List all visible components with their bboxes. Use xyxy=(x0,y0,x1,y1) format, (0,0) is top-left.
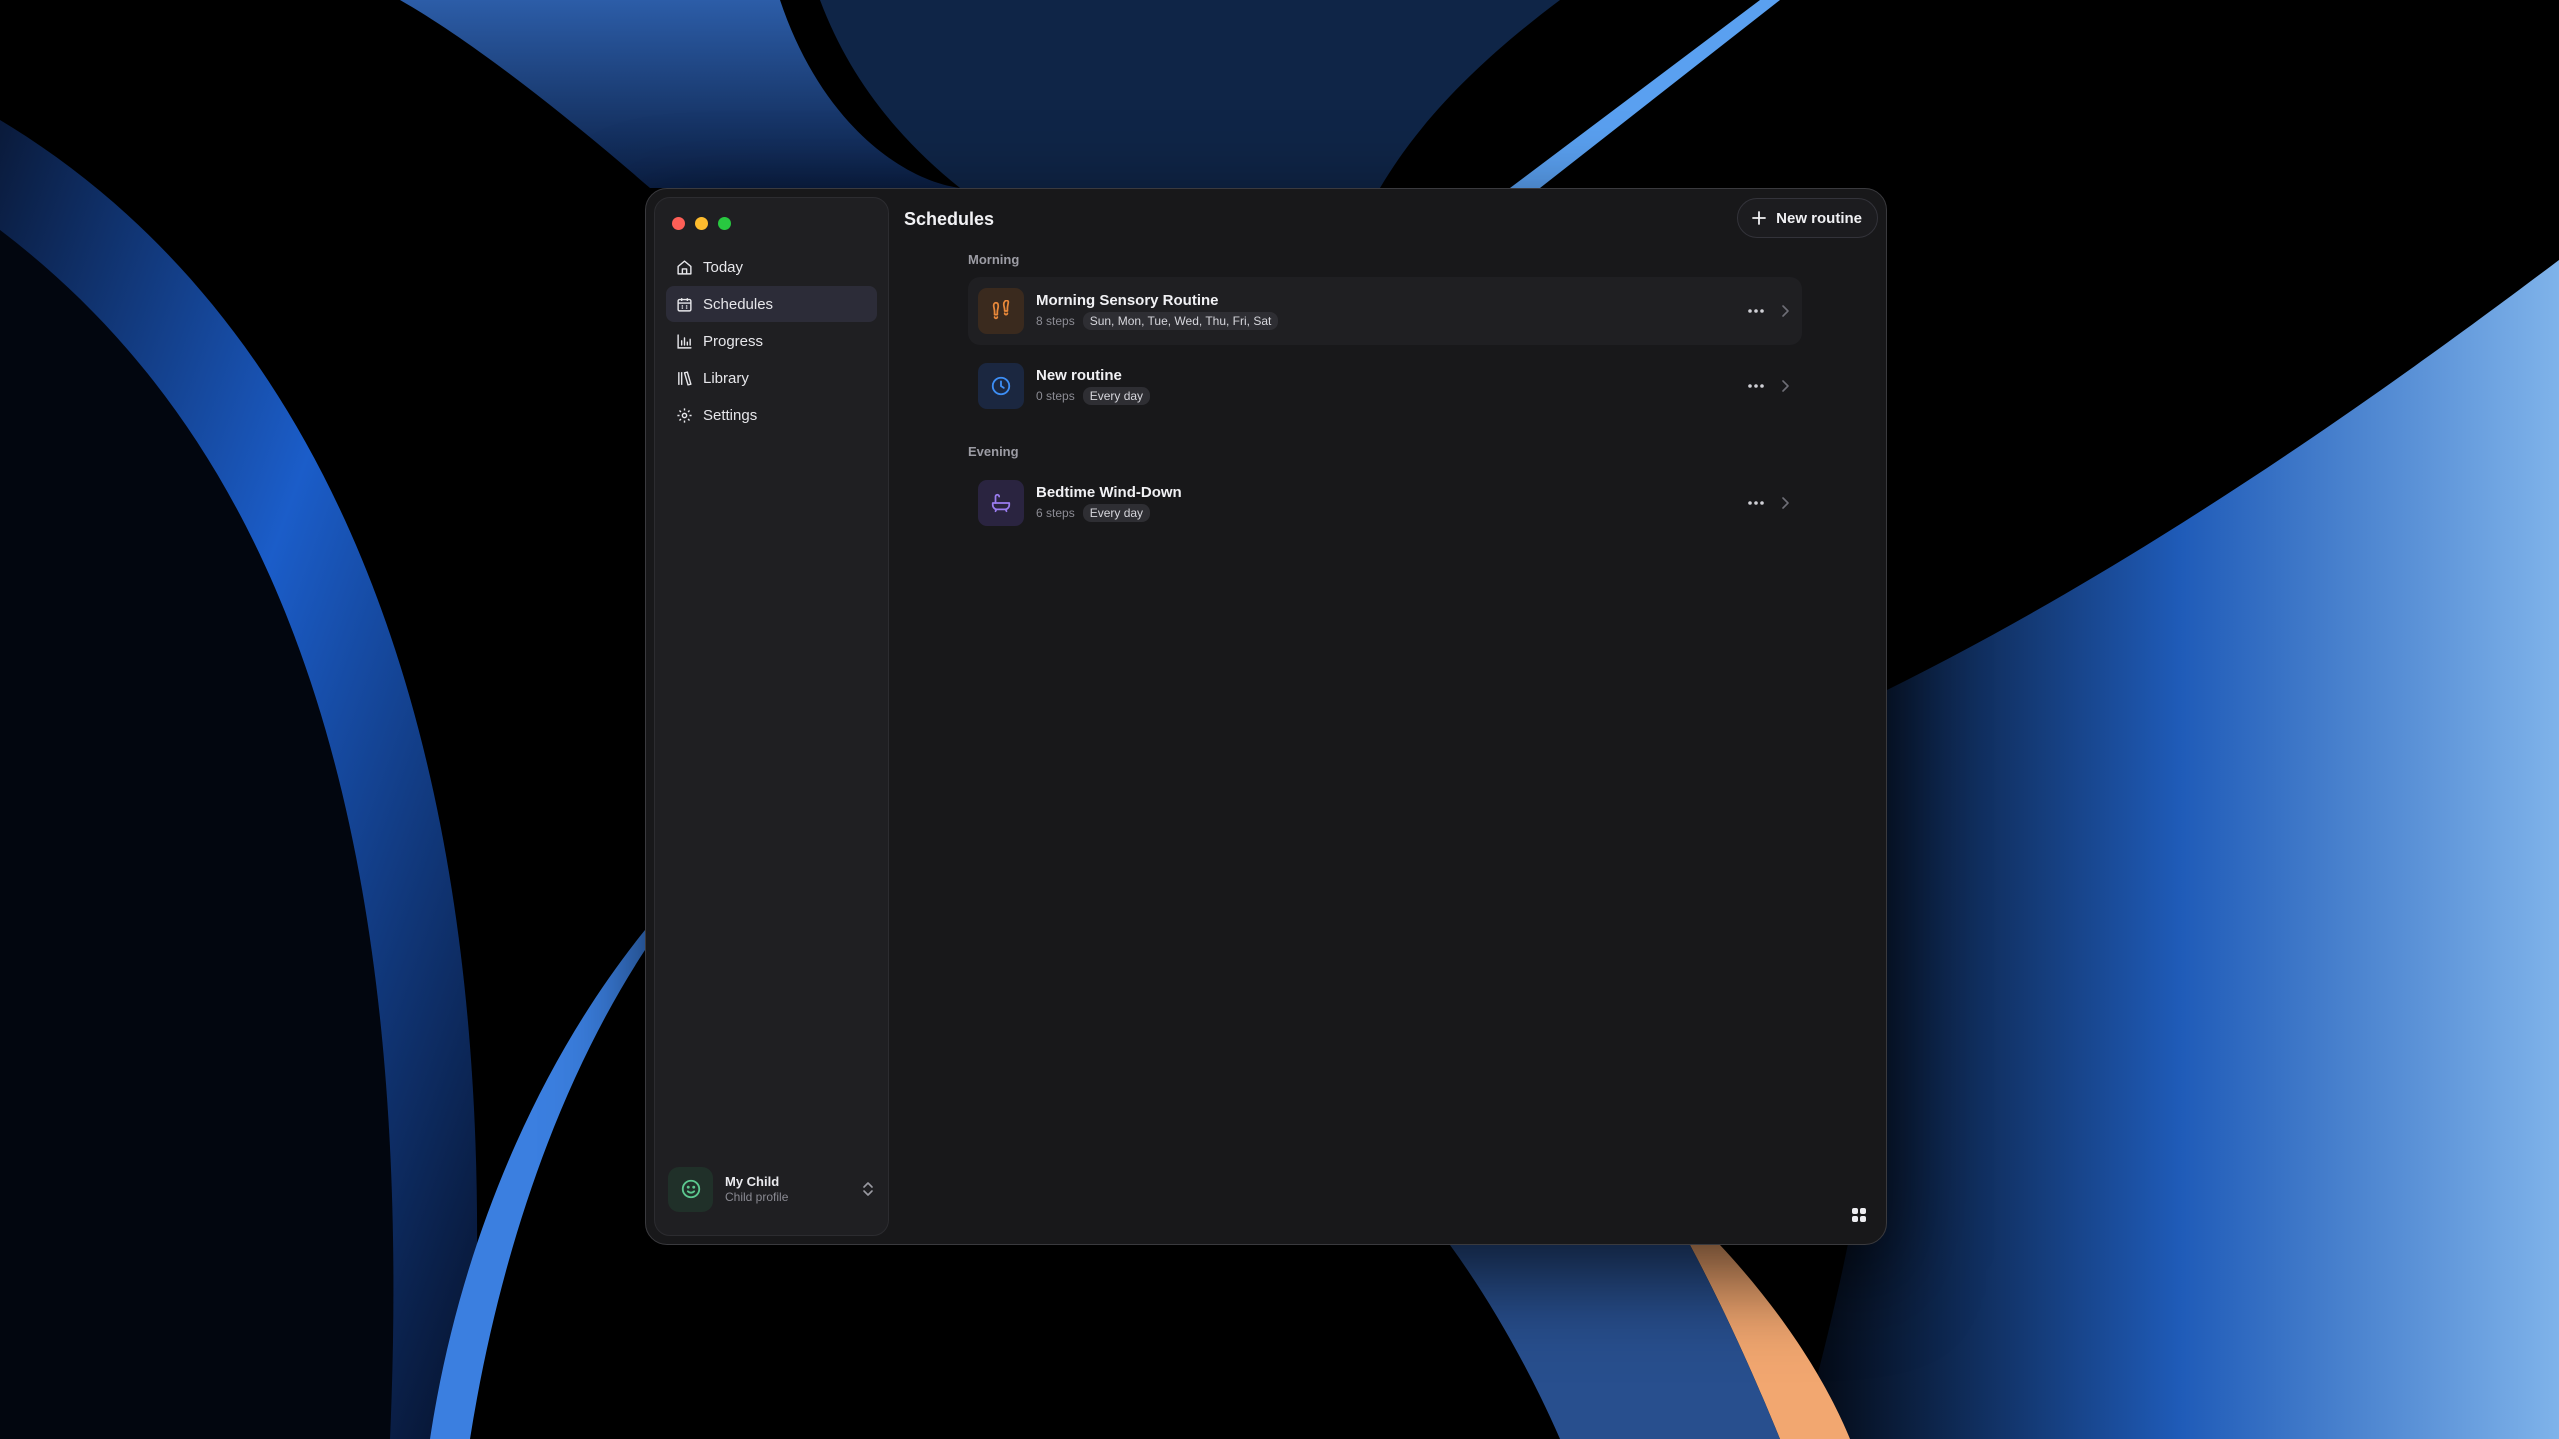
chevron-right-icon xyxy=(1781,304,1790,318)
routine-text: Bedtime Wind-Down 6 steps Every day xyxy=(1036,484,1745,522)
profile-switcher[interactable]: My Child Child profile xyxy=(668,1163,875,1215)
routine-steps: 0 steps xyxy=(1036,389,1075,403)
sidebar-nav: Today Schedules Progress Library Setting… xyxy=(666,249,877,434)
routine-meta: 6 steps Every day xyxy=(1036,504,1745,522)
footprints-icon xyxy=(992,300,1010,320)
new-routine-label: New routine xyxy=(1776,209,1862,227)
routine-title: New routine xyxy=(1036,367,1122,384)
sidebar-item-today[interactable]: Today xyxy=(666,249,877,285)
bathtub-icon xyxy=(991,493,1011,513)
gear-icon xyxy=(677,407,692,423)
sidebar-item-library[interactable]: Library xyxy=(666,360,877,396)
section-label-evening: Evening xyxy=(968,444,1019,459)
sidebar-item-settings[interactable]: Settings xyxy=(666,397,877,433)
routine-title: Bedtime Wind-Down xyxy=(1036,484,1182,501)
ellipsis-icon xyxy=(1748,501,1764,505)
routine-text: Morning Sensory Routine 8 steps Sun, Mon… xyxy=(1036,292,1745,330)
more-options-button[interactable] xyxy=(1745,300,1767,322)
library-icon xyxy=(678,370,692,386)
home-icon xyxy=(677,259,692,275)
ellipsis-icon xyxy=(1748,384,1764,388)
sidebar-item-label: Library xyxy=(703,369,749,387)
routine-meta: 8 steps Sun, Mon, Tue, Wed, Thu, Fri, Sa… xyxy=(1036,312,1745,330)
section-label-morning: Morning xyxy=(968,252,1020,267)
ellipsis-icon xyxy=(1748,309,1764,313)
close-window-button[interactable] xyxy=(672,217,685,230)
profile-name: My Child xyxy=(725,1174,780,1189)
sidebar-item-label: Today xyxy=(703,258,744,276)
routine-meta: 0 steps Every day xyxy=(1036,387,1745,405)
bar-chart-icon xyxy=(677,333,692,349)
routine-text: New routine 0 steps Every day xyxy=(1036,367,1745,405)
new-routine-button[interactable]: New routine xyxy=(1737,198,1878,238)
routine-title: Morning Sensory Routine xyxy=(1036,292,1219,309)
sidebar-item-label: Schedules xyxy=(703,295,774,313)
chevron-right-icon xyxy=(1781,379,1790,393)
sidebar-item-label: Settings xyxy=(703,406,758,424)
more-options-button[interactable] xyxy=(1745,375,1767,397)
routine-row[interactable]: New routine 0 steps Every day xyxy=(968,352,1802,420)
chevron-up-down-icon xyxy=(861,1180,875,1198)
profile-text: My Child Child profile xyxy=(725,1174,849,1204)
routine-icon-tile xyxy=(978,480,1024,526)
window-controls xyxy=(672,217,731,230)
minimize-window-button[interactable] xyxy=(695,217,708,230)
sidebar-item-label: Progress xyxy=(703,332,764,350)
routine-icon-tile xyxy=(978,363,1024,409)
routine-row[interactable]: Bedtime Wind-Down 6 steps Every day xyxy=(968,469,1802,537)
sidebar: Today Schedules Progress Library Setting… xyxy=(654,197,889,1236)
routine-steps: 8 steps xyxy=(1036,314,1075,328)
sidebar-item-progress[interactable]: Progress xyxy=(666,323,877,359)
routine-days-badge: Every day xyxy=(1082,387,1151,405)
layout-toggle-button[interactable] xyxy=(1846,1202,1872,1228)
app-window: Today Schedules Progress Library Setting… xyxy=(645,188,1887,1245)
chevron-right-icon xyxy=(1781,496,1790,510)
routine-steps: 6 steps xyxy=(1036,506,1075,520)
routine-days-badge: Every day xyxy=(1082,504,1151,522)
plus-icon xyxy=(1752,211,1767,225)
clock-icon xyxy=(991,376,1011,396)
page-title: Schedules xyxy=(904,209,995,229)
grid-icon xyxy=(1852,1208,1866,1222)
maximize-window-button[interactable] xyxy=(718,217,731,230)
routine-days-badge: Sun, Mon, Tue, Wed, Thu, Fri, Sat xyxy=(1082,312,1279,330)
routine-row[interactable]: Morning Sensory Routine 8 steps Sun, Mon… xyxy=(968,277,1802,345)
calendar-icon xyxy=(677,297,692,312)
more-options-button[interactable] xyxy=(1745,492,1767,514)
routine-icon-tile xyxy=(978,288,1024,334)
avatar xyxy=(668,1166,713,1212)
sidebar-item-schedules[interactable]: Schedules xyxy=(666,286,877,322)
smiley-icon xyxy=(681,1179,700,1199)
profile-subtitle: Child profile xyxy=(725,1189,789,1204)
